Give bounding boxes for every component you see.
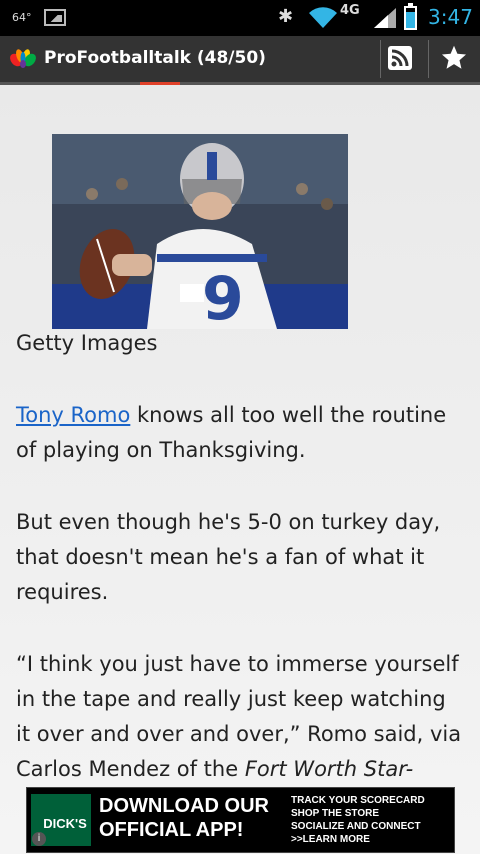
tony-romo-link[interactable]: Tony Romo — [16, 403, 130, 427]
article-paragraph: “I think you just have to immerse yourse… — [16, 647, 466, 787]
status-bar: 64° ✱ 4G 3:47 — [0, 0, 480, 36]
publication-name: Fort Worth Star- — [244, 757, 414, 781]
temperature-text: 64° — [12, 11, 32, 24]
wifi-icon — [309, 7, 337, 29]
battery-icon — [404, 3, 417, 30]
clock: 3:47 — [428, 5, 473, 29]
ad-feature-line: SHOP THE STORE — [291, 808, 379, 819]
ad-feature-line: TRACK YOUR SCORECARD — [291, 795, 425, 806]
ad-headline: DOWNLOAD OUR OFFICIAL APP! — [99, 794, 279, 842]
rss-icon[interactable] — [388, 46, 412, 70]
bluetooth-icon: ✱ — [278, 6, 294, 27]
ad-features: TRACK YOUR SCORECARD SHOP THE STORE SOCI… — [291, 794, 453, 846]
photo-caption: Getty Images — [16, 331, 158, 355]
page-title: ProFootballtalk (48/50) — [44, 48, 266, 68]
ad-info-icon[interactable]: i — [32, 832, 46, 846]
divider — [380, 40, 381, 78]
article-paragraph: But even though he's 5-0 on turkey day, … — [16, 510, 441, 604]
picture-notification-icon — [44, 9, 66, 26]
article-content[interactable]: 9 Getty Images Tony Romo knows all too w… — [0, 85, 480, 854]
divider — [428, 40, 429, 78]
network-type: 4G — [340, 3, 360, 18]
action-bar: ProFootballtalk (48/50) — [0, 36, 480, 85]
signal-icon — [374, 8, 396, 28]
svg-text:9: 9 — [202, 264, 244, 329]
star-icon[interactable] — [440, 44, 468, 72]
article-paragraph: Tony Romo knows all too well the routine… — [16, 398, 466, 468]
ad-learn-more-link[interactable]: >>LEARN MORE — [291, 833, 453, 846]
brand-name: DICK'S — [43, 816, 87, 831]
article-photo: 9 — [52, 134, 348, 329]
ad-headline-line: OFFICIAL APP! — [99, 819, 244, 841]
nbc-peacock-logo[interactable] — [10, 48, 36, 68]
ad-banner[interactable]: DICK'S i DOWNLOAD OUR OFFICIAL APP! TRAC… — [26, 787, 455, 853]
ad-headline-line: DOWNLOAD OUR — [99, 795, 269, 817]
ad-feature-line: SOCIALIZE AND CONNECT — [291, 821, 421, 832]
